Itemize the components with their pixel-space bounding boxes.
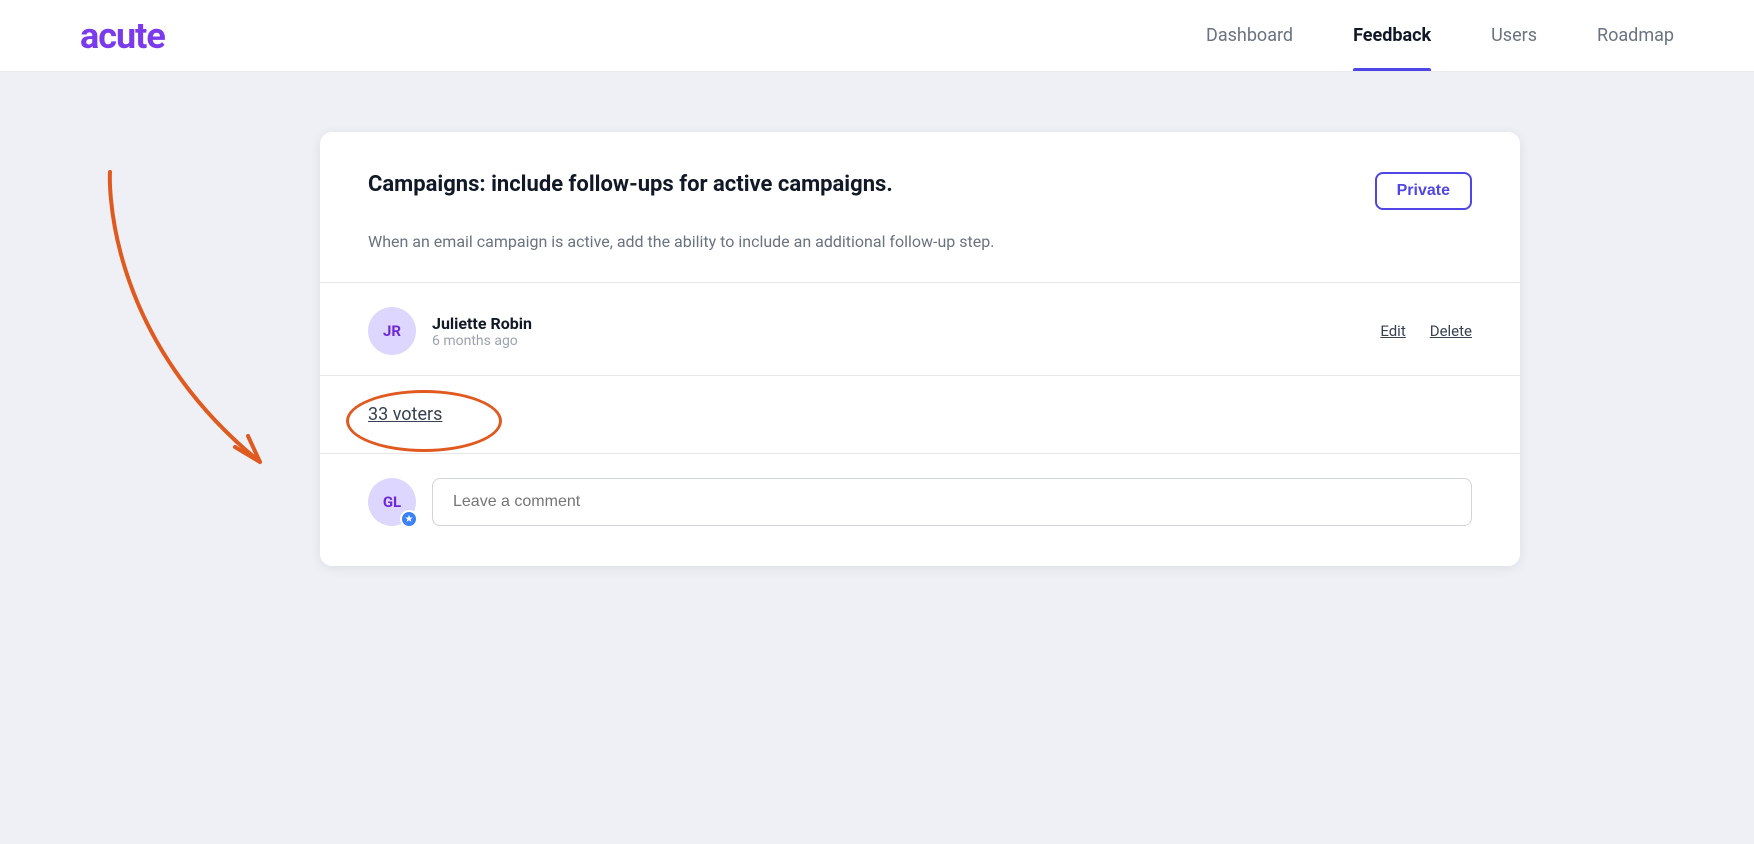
author-info: Juliette Robin 6 months ago — [432, 314, 532, 349]
card-header: Campaigns: include follow-ups for active… — [368, 172, 1472, 210]
comment-input[interactable] — [432, 478, 1472, 526]
nav-item-users[interactable]: Users — [1491, 0, 1537, 71]
author-left: JR Juliette Robin 6 months ago — [368, 307, 532, 355]
comment-row: GL — [368, 454, 1472, 526]
nav-item-roadmap[interactable]: Roadmap — [1597, 0, 1674, 71]
voters-section: 33 voters — [368, 376, 1472, 453]
app-logo: acute — [80, 15, 165, 57]
edit-link[interactable]: Edit — [1380, 322, 1405, 340]
nav-item-dashboard[interactable]: Dashboard — [1206, 0, 1293, 71]
author-row: JR Juliette Robin 6 months ago Edit Dele… — [368, 283, 1472, 375]
author-actions: Edit Delete — [1380, 322, 1472, 340]
author-avatar: JR — [368, 307, 416, 355]
card-description: When an email campaign is active, add th… — [368, 230, 1472, 254]
private-button[interactable]: Private — [1375, 172, 1472, 210]
main-nav: Dashboard Feedback Users Roadmap — [1206, 0, 1674, 71]
card-title: Campaigns: include follow-ups for active… — [368, 172, 1335, 197]
header: acute Dashboard Feedback Users Roadmap — [0, 0, 1754, 72]
arrow-annotation — [80, 152, 340, 512]
author-time: 6 months ago — [432, 333, 532, 349]
author-name: Juliette Robin — [432, 314, 532, 333]
nav-item-feedback[interactable]: Feedback — [1353, 0, 1431, 71]
main-content: Campaigns: include follow-ups for active… — [0, 72, 1754, 626]
commenter-avatar: GL — [368, 478, 416, 526]
avatar-badge — [400, 510, 418, 528]
voters-link[interactable]: 33 voters — [368, 404, 442, 425]
delete-link[interactable]: Delete — [1430, 322, 1472, 340]
feedback-card: Campaigns: include follow-ups for active… — [320, 132, 1520, 566]
